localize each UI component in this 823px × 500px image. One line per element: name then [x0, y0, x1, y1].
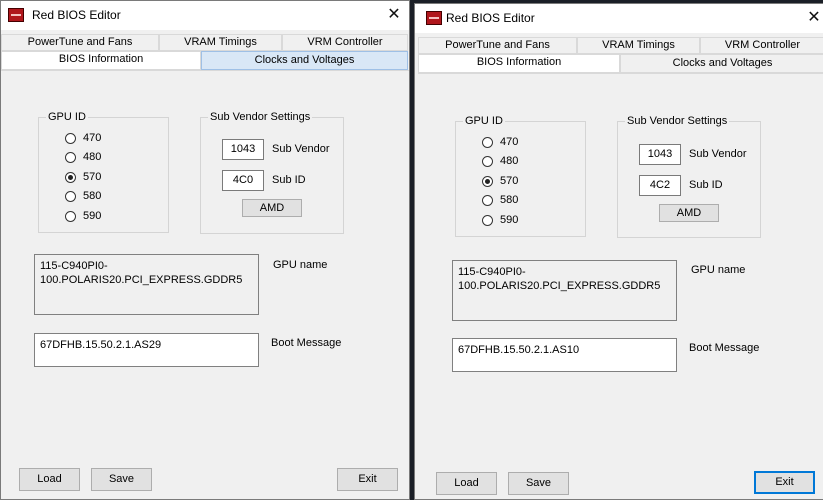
bios-editor-window-right: Red BIOS Editor ✕ PowerTune and Fans VRA… — [414, 3, 823, 500]
radio-label: 580 — [83, 190, 102, 202]
tab-vrm-controller[interactable]: VRM Controller — [700, 37, 823, 54]
app-icon — [426, 11, 442, 25]
radio-dot — [482, 156, 493, 167]
sub-vendor-input[interactable]: 1043 — [639, 144, 681, 165]
radio-label: 480 — [500, 155, 519, 167]
close-icon[interactable]: ✕ — [384, 5, 404, 25]
radio-dot-selected — [65, 172, 76, 183]
radio-dot — [482, 137, 493, 148]
radio-label: 470 — [83, 132, 102, 144]
gpu-id-title: GPU ID — [463, 115, 505, 127]
radio-dot-selected — [482, 176, 493, 187]
tab-clocks-and-voltages[interactable]: Clocks and Voltages — [620, 54, 823, 73]
radio-label: 570 — [83, 171, 102, 183]
gpu-name-field[interactable]: 115-C940PI0-100.POLARIS20.PCI_EXPRESS.GD… — [34, 254, 259, 315]
gpu-id-group: GPU ID 470 480 570 580 590 — [455, 115, 586, 237]
boot-message-field[interactable]: 67DFHB.15.50.2.1.AS10 — [452, 338, 677, 372]
tab-vrm-controller[interactable]: VRM Controller — [282, 34, 408, 51]
tab-vram-timings[interactable]: VRAM Timings — [577, 37, 700, 54]
radio-label: 570 — [500, 175, 519, 187]
radio-dot — [65, 191, 76, 202]
tab-bios-information[interactable]: BIOS Information — [1, 51, 201, 70]
title-bar[interactable]: Red BIOS Editor ✕ — [415, 4, 823, 33]
boot-message-label: Boot Message — [689, 342, 760, 354]
gpu-name-label: GPU name — [273, 259, 328, 271]
radio-dot — [482, 215, 493, 226]
radio-label: 590 — [83, 210, 102, 222]
gpu-id-group: GPU ID 470 480 570 580 590 — [38, 111, 169, 233]
save-button[interactable]: Save — [508, 472, 569, 495]
sub-id-label: Sub ID — [689, 179, 723, 191]
save-button[interactable]: Save — [91, 468, 152, 491]
radio-dot — [65, 211, 76, 222]
sub-vendor-title: Sub Vendor Settings — [208, 111, 313, 123]
radio-label: 480 — [83, 151, 102, 163]
exit-button[interactable]: Exit — [337, 468, 398, 491]
title-bar[interactable]: Red BIOS Editor ✕ — [1, 1, 409, 30]
sub-id-label: Sub ID — [272, 174, 306, 186]
sub-vendor-label: Sub Vendor — [272, 143, 330, 155]
boot-message-label: Boot Message — [271, 337, 342, 349]
gpu-name-field[interactable]: 115-C940PI0-100.POLARIS20.PCI_EXPRESS.GD… — [452, 260, 677, 321]
load-button[interactable]: Load — [436, 472, 497, 495]
tab-vram-timings[interactable]: VRAM Timings — [159, 34, 282, 51]
radio-label: 580 — [500, 194, 519, 206]
gpu-id-title: GPU ID — [46, 111, 88, 123]
tab-clocks-and-voltages[interactable]: Clocks and Voltages — [201, 51, 408, 70]
window-title: Red BIOS Editor — [446, 11, 535, 25]
tab-bios-information[interactable]: BIOS Information — [418, 54, 620, 73]
sub-vendor-group: Sub Vendor Settings 1043 Sub Vendor 4C0 … — [200, 111, 344, 234]
close-icon[interactable]: ✕ — [804, 8, 823, 28]
sub-vendor-label: Sub Vendor — [689, 148, 747, 160]
radio-dot — [65, 133, 76, 144]
window-title: Red BIOS Editor — [32, 8, 121, 22]
sub-vendor-title: Sub Vendor Settings — [625, 115, 730, 127]
load-button[interactable]: Load — [19, 468, 80, 491]
amd-vendor-button[interactable]: AMD — [659, 204, 719, 222]
bios-information-page: GPU ID 470 480 570 580 590 Sub Vendor Se… — [1, 70, 409, 499]
radio-label: 470 — [500, 136, 519, 148]
sub-id-input[interactable]: 4C2 — [639, 175, 681, 196]
tab-powertune-and-fans[interactable]: PowerTune and Fans — [418, 37, 577, 54]
radio-dot — [482, 195, 493, 206]
sub-vendor-input[interactable]: 1043 — [222, 139, 264, 160]
sub-id-input[interactable]: 4C0 — [222, 170, 264, 191]
radio-dot — [65, 152, 76, 163]
amd-vendor-button[interactable]: AMD — [242, 199, 302, 217]
boot-message-field[interactable]: 67DFHB.15.50.2.1.AS29 — [34, 333, 259, 367]
radio-label: 590 — [500, 214, 519, 226]
exit-button[interactable]: Exit — [754, 471, 815, 494]
gpu-name-label: GPU name — [691, 264, 746, 276]
app-icon — [8, 8, 24, 22]
bios-editor-window-left: Red BIOS Editor ✕ PowerTune and Fans VRA… — [0, 0, 410, 500]
bios-information-page: GPU ID 470 480 570 580 590 Sub Vendor Se… — [418, 73, 823, 499]
tab-powertune-and-fans[interactable]: PowerTune and Fans — [1, 34, 159, 51]
sub-vendor-group: Sub Vendor Settings 1043 Sub Vendor 4C2 … — [617, 115, 761, 238]
